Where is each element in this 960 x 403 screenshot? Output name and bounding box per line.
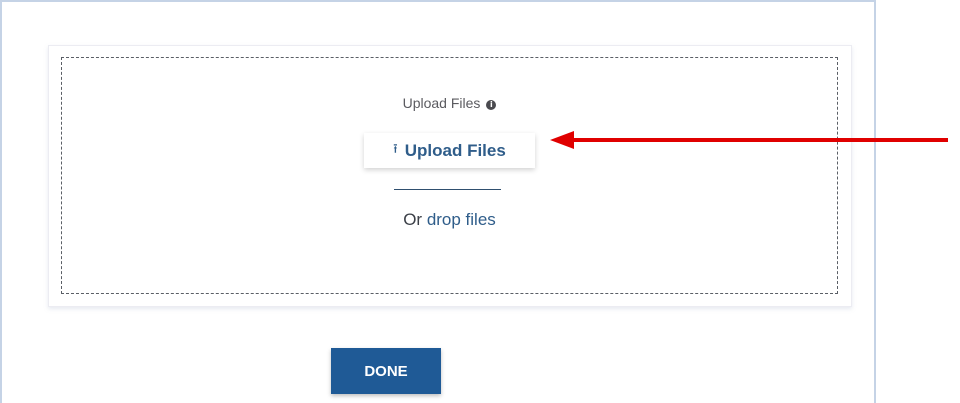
drop-files-link[interactable]: drop files [427, 210, 496, 229]
divider [394, 189, 501, 190]
upload-card: Upload Files i ⭱ Upload Files Or drop fil… [48, 45, 852, 307]
drop-files-prefix: Or [403, 210, 423, 229]
page: Upload Files i ⭱ Upload Files Or drop fil… [0, 0, 960, 403]
annotation-arrow [550, 131, 948, 149]
upload-icon: ⭱ [393, 141, 398, 157]
upload-files-button[interactable]: ⭱ Upload Files [364, 133, 535, 168]
file-dropzone[interactable]: Upload Files i ⭱ Upload Files Or drop fil… [61, 57, 838, 294]
info-icon[interactable]: i [486, 100, 497, 110]
upload-field-label-row: Upload Files i [62, 95, 837, 111]
annotation-arrow-head [550, 131, 574, 149]
drop-files-text: Or drop files [62, 210, 837, 230]
upload-files-button-label: Upload Files [404, 140, 506, 160]
done-button[interactable]: DONE [331, 348, 441, 394]
upload-field-label: Upload Files [402, 95, 481, 111]
